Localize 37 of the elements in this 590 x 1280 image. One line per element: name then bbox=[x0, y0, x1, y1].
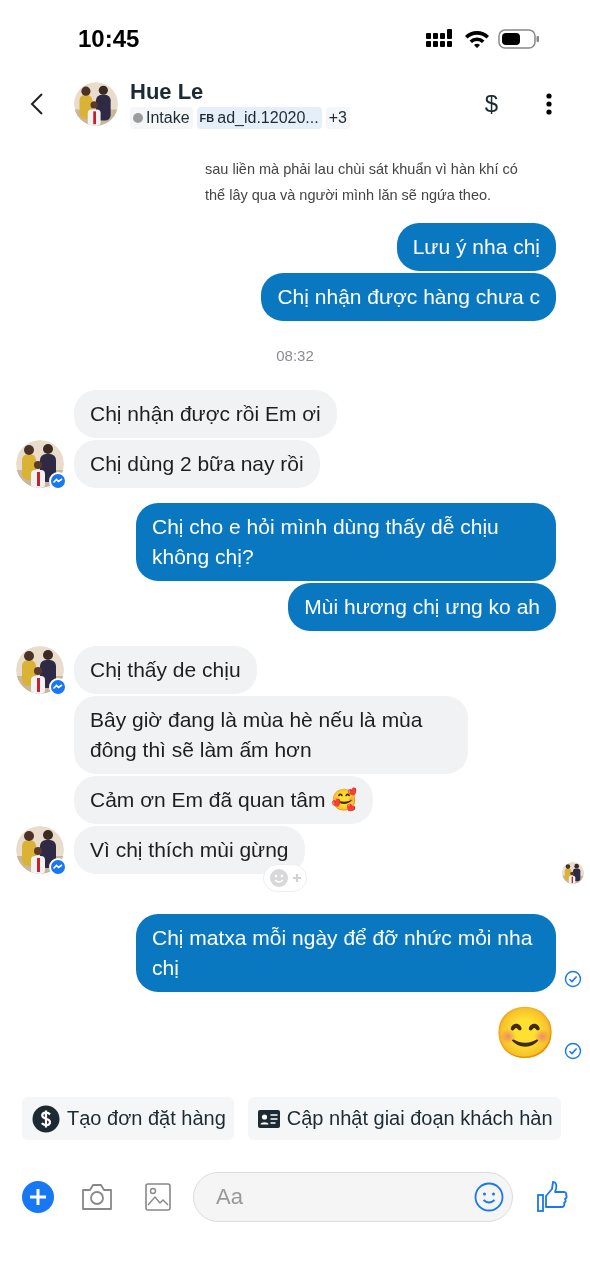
message-bubble: Chị nhận được hàng chưa c bbox=[261, 273, 556, 321]
like-icon[interactable] bbox=[537, 1181, 569, 1213]
emoji-message: 😊 bbox=[494, 1004, 556, 1063]
dollar-icon bbox=[32, 1104, 60, 1133]
payment-button[interactable]: $ bbox=[484, 90, 498, 118]
message-bubble: Bây giờ đang là mùa hè nếu là mùa đông thì sẽ làm ấm hơn bbox=[74, 696, 468, 774]
message-bubble: Lưu ý nha chị bbox=[396, 223, 556, 271]
back-icon[interactable] bbox=[30, 92, 44, 116]
quick-action-chip[interactable]: Cập nhật giai đoạn khách hàn bbox=[247, 1097, 561, 1140]
camera-icon[interactable] bbox=[80, 1182, 114, 1212]
messenger-badge-icon bbox=[49, 472, 67, 490]
message-text: sau liền mà phải lau chùi sát khuẩn vì hàn khí có thể lây qua và người mình lăn sẽ ngứa theo. bbox=[205, 160, 519, 205]
message-bubble: Chị nhận được rồi Em ơi bbox=[74, 390, 337, 438]
messenger-badge-icon bbox=[49, 678, 67, 696]
more-tags[interactable]: +3 bbox=[325, 107, 350, 129]
emoji-icon[interactable] bbox=[474, 1182, 504, 1212]
clock-time: 10:45 bbox=[78, 25, 140, 53]
contact-card-icon bbox=[257, 1109, 280, 1128]
source-tag[interactable]: FB ad_id.12020... bbox=[196, 107, 322, 129]
more-icon[interactable] bbox=[546, 93, 552, 115]
message-input[interactable]: Aa bbox=[216, 1184, 474, 1210]
contact-name: Hue Le bbox=[130, 79, 205, 105]
message-field[interactable]: Aa bbox=[193, 1172, 513, 1222]
message-bubble: Cảm ơn Em đã quan tâm 🥰 bbox=[74, 776, 374, 824]
message-bubble: Chị cho e hỏi mình dùng thấy dễ chịu không chị? bbox=[136, 503, 556, 581]
message-bubble: Chị matxa mỗi ngày để đỡ nhức mỏi nha chị bbox=[136, 914, 556, 992]
wifi-icon bbox=[464, 29, 490, 49]
battery-icon bbox=[498, 29, 540, 49]
add-icon[interactable] bbox=[22, 1181, 54, 1213]
timestamp: 08:32 bbox=[276, 347, 314, 364]
stage-tag[interactable]: Intake bbox=[130, 107, 193, 129]
message-bubble: Chị dùng 2 bữa nay rồi bbox=[74, 440, 320, 488]
message-bubble: Mùi hương chị ưng ko ah bbox=[288, 583, 556, 631]
image-icon[interactable] bbox=[145, 1183, 171, 1211]
quick-action-chip[interactable]: Tạo đơn đặt hàng bbox=[22, 1097, 234, 1140]
message-bubble: Chị thấy de chịu bbox=[74, 646, 257, 694]
messenger-badge-icon bbox=[49, 858, 67, 876]
